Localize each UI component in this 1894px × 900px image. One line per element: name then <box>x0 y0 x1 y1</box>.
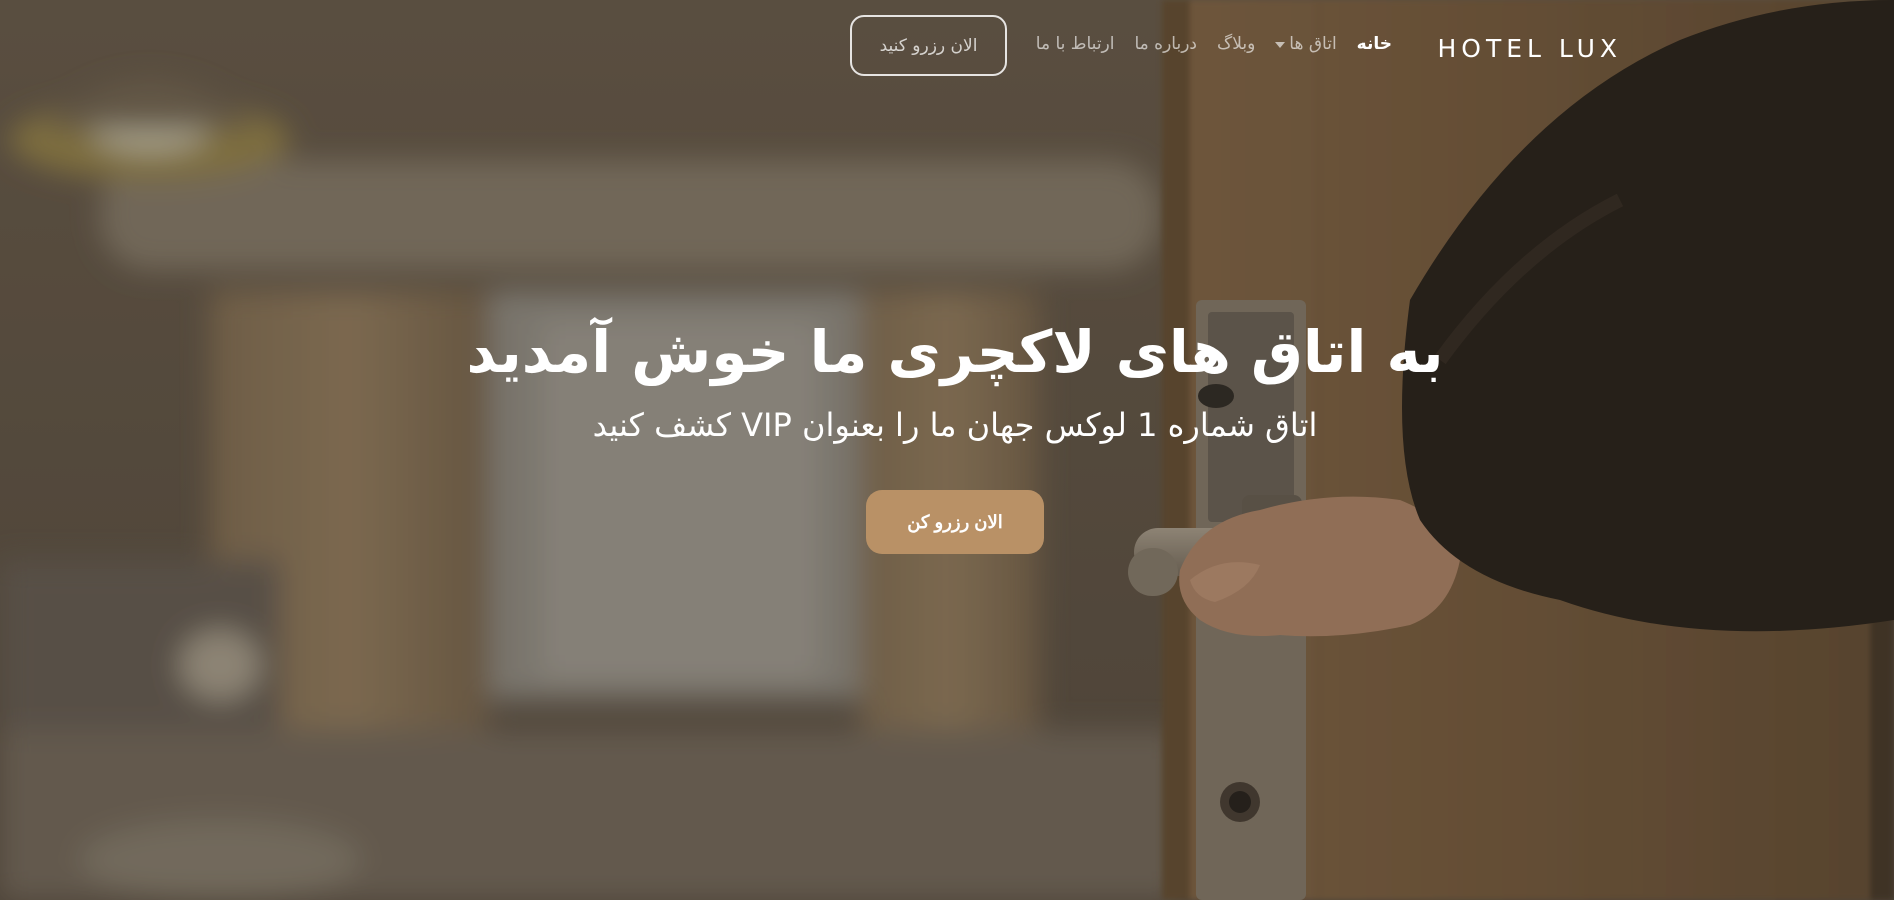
nav-link-contact-label: ارتباط با ما <box>1035 34 1115 54</box>
nav-link-about-label: درباره ما <box>1134 34 1197 54</box>
brand-logo[interactable]: HOTEL LUX <box>1437 34 1622 63</box>
hero-title: به اتاق های لاکچری ما خوش آمدید <box>466 318 1444 386</box>
nav-link-blog[interactable]: وبلاگ <box>1217 34 1255 54</box>
nav-link-blog-label: وبلاگ <box>1216 34 1256 54</box>
nav-link-about[interactable]: درباره ما <box>1134 34 1197 54</box>
caret-down-icon <box>1275 42 1286 48</box>
nav-link-rooms[interactable]: اتاق ها <box>1275 34 1337 54</box>
navbar: HOTEL LUX خانه اتاق ها وبلاگ درباره ما ا… <box>0 0 1894 92</box>
hero-subtitle: اتاق شماره 1 لوکس جهان ما را بعنوان VIP … <box>592 406 1318 444</box>
nav-book-now-button[interactable]: الان رزرو کنید <box>850 15 1007 76</box>
nav-link-home[interactable]: خانه <box>1357 34 1392 54</box>
nav-link-home-label: خانه <box>1356 34 1392 54</box>
hero-book-button[interactable]: الان رزرو کن <box>866 490 1044 554</box>
nav-links: خانه اتاق ها وبلاگ درباره ما ارتباط با م… <box>1036 34 1392 54</box>
hero-content: به اتاق های لاکچری ما خوش آمدید اتاق شما… <box>0 312 1894 554</box>
nav-link-rooms-label: اتاق ها <box>1289 34 1337 54</box>
nav-link-contact[interactable]: ارتباط با ما <box>1036 34 1115 54</box>
